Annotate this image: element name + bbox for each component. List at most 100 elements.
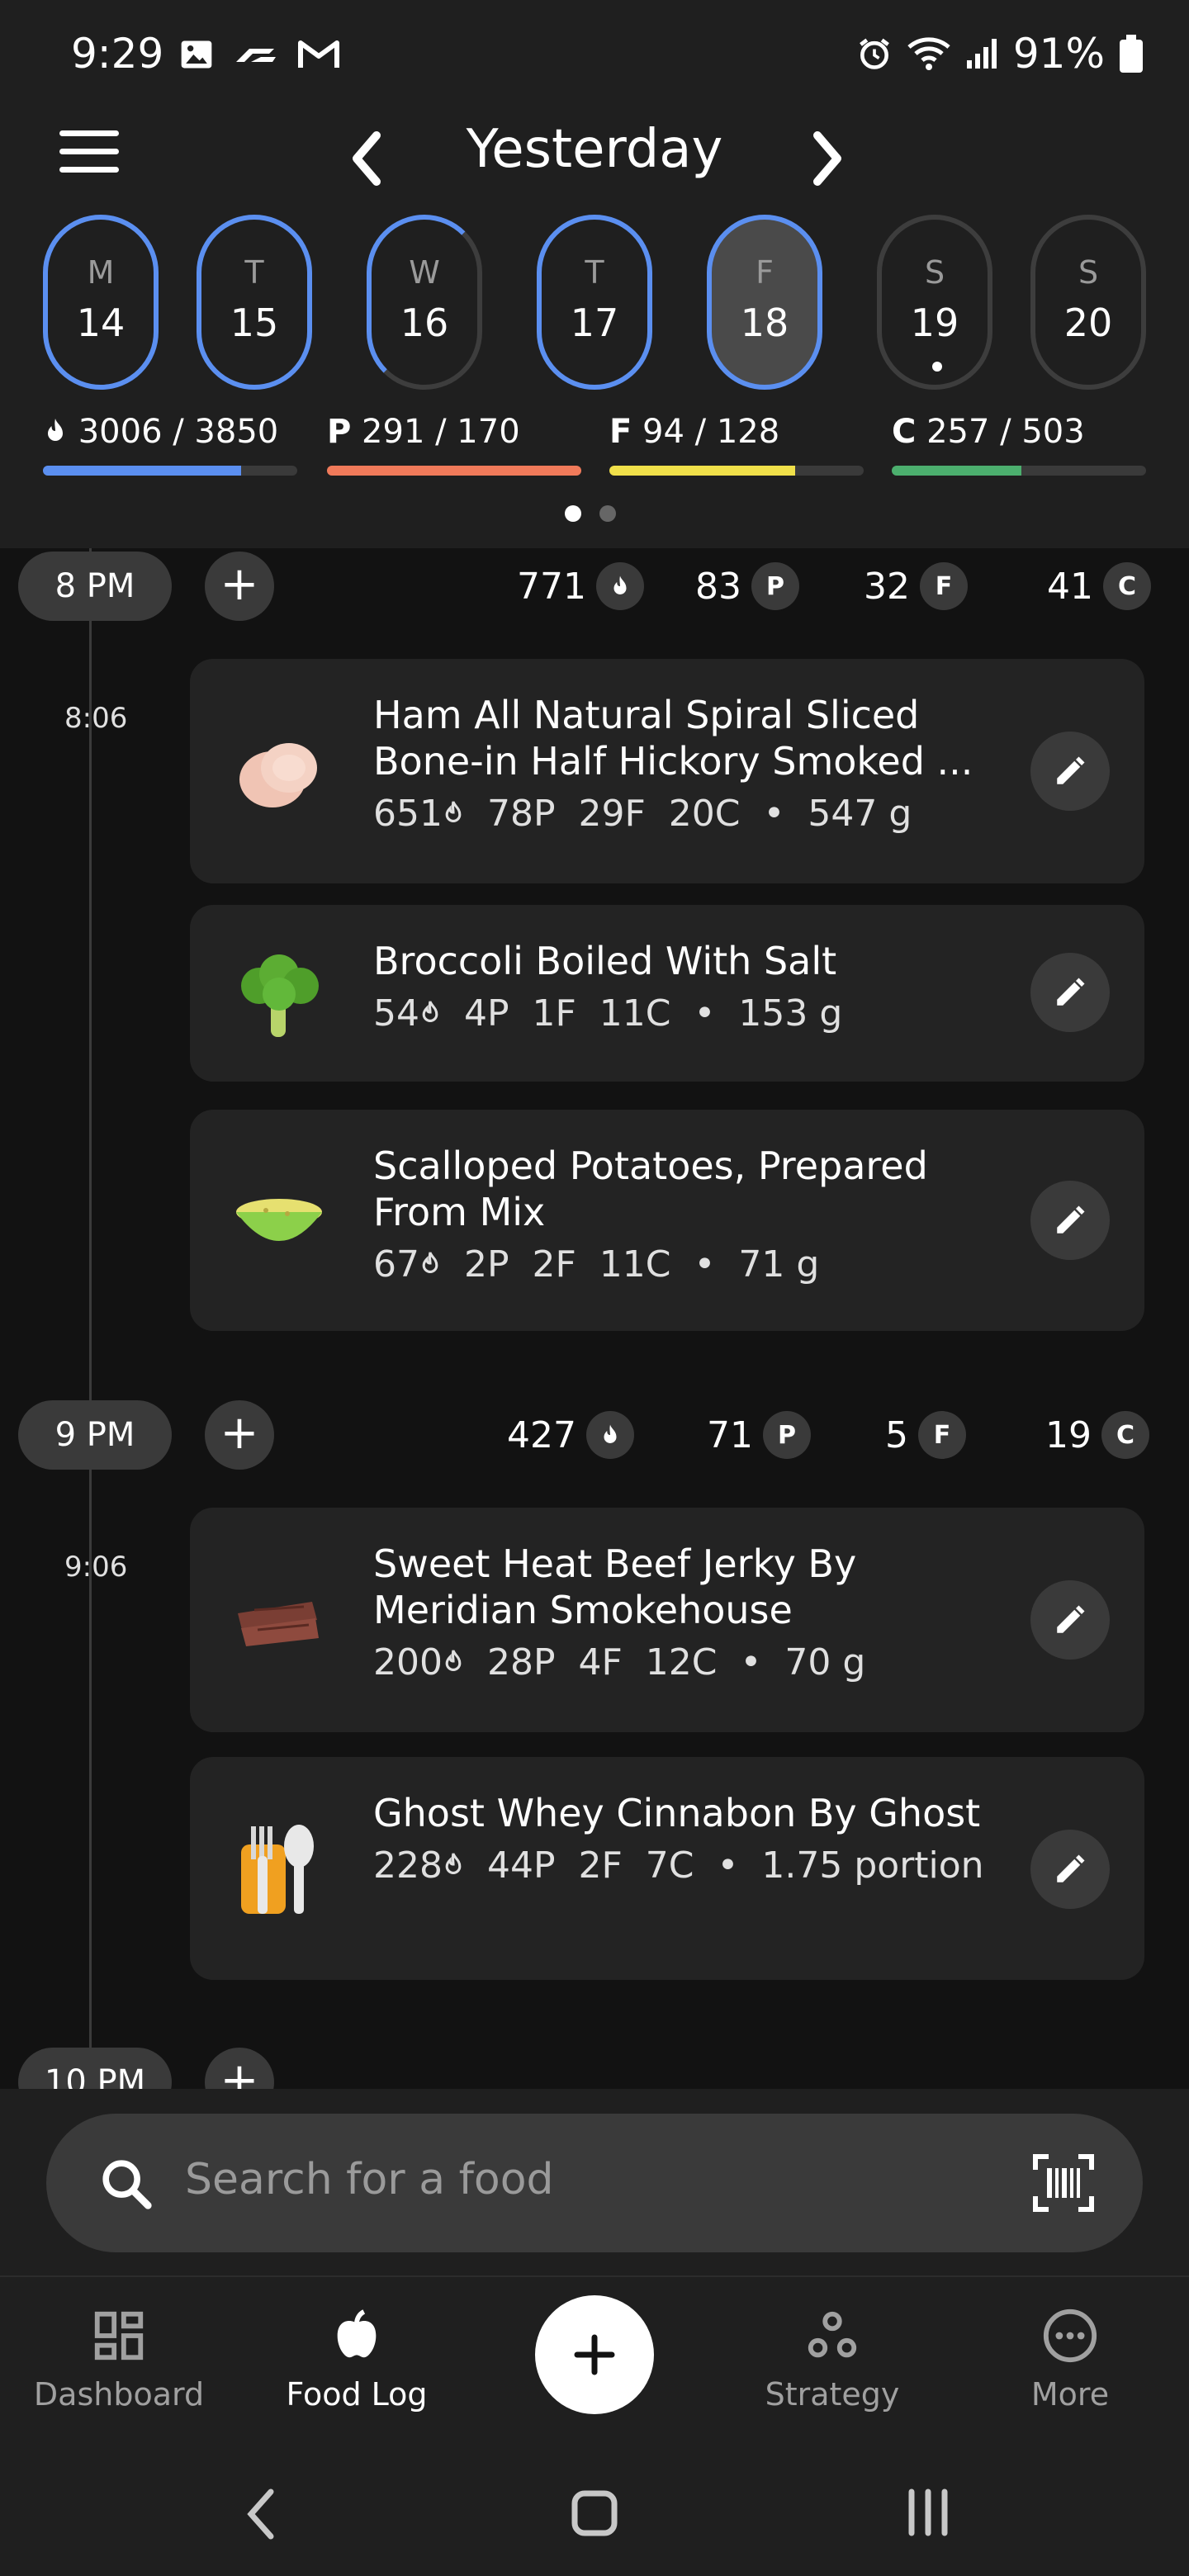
recents-icon[interactable] (905, 2487, 951, 2538)
barcode-scan-icon[interactable] (1032, 2153, 1095, 2213)
day-pill-selected[interactable]: F 18 (707, 215, 822, 390)
food-entry-text: Scalloped Potatoes, Prepared From Mix 67… (373, 1143, 1017, 1286)
food-macros: 2P 2F 11C (463, 1243, 671, 1286)
hour-row: 10 PM + (18, 2048, 1158, 2089)
chevron-right-icon[interactable] (808, 125, 847, 192)
food-entry-text: Ham All Natural Spiral Sliced Bone-in Ha… (373, 692, 1017, 835)
separator-dot: • (740, 1641, 762, 1683)
calories-bar-fill (43, 466, 242, 476)
day-pill[interactable]: T 17 (537, 215, 652, 390)
day-letter: T (244, 254, 264, 291)
tab-more[interactable]: More (963, 2307, 1177, 2413)
day-number: 20 (1063, 301, 1113, 345)
day-number: 18 (740, 301, 789, 345)
hour-p-value: 83 (695, 565, 741, 608)
edit-button[interactable] (1030, 953, 1110, 1032)
add-to-hour-button[interactable]: + (205, 2048, 274, 2089)
food-entry-card[interactable]: Scalloped Potatoes, Prepared From Mix 67… (190, 1110, 1144, 1331)
page-dot-active (565, 505, 581, 522)
separator-dot: • (763, 793, 785, 835)
f1-icon (236, 49, 276, 62)
fork-spoon-icon (241, 1825, 314, 1914)
protein-prefix: P (327, 413, 352, 451)
wifi-icon (907, 37, 950, 70)
fat-label: 94 / 128 (642, 413, 780, 451)
flame-icon (445, 1853, 462, 1874)
edit-button[interactable] (1030, 1181, 1110, 1260)
pencil-icon (1057, 1605, 1085, 1633)
home-icon[interactable] (570, 2488, 619, 2538)
food-stats: 651 78P 29F 20C • 547 g (373, 793, 1017, 835)
chevron-left-icon[interactable] (347, 125, 386, 192)
food-stats: 200 28P 4F 12C • 70 g (373, 1641, 1017, 1683)
status-time: 9:29 (71, 30, 164, 78)
pencil-icon (1057, 1205, 1085, 1234)
hour-row: 9 PM + 427 71 P 5F 19 C (18, 1400, 1158, 1470)
hour-calories: 771 (517, 552, 644, 621)
tab-dashboard[interactable]: Dashboard (12, 2307, 226, 2413)
header-area: 9:29 91% Yesterday M 14 T 15 W 16 T 17 F 18 S… (0, 0, 1189, 548)
hour-protein: 71 P (707, 1400, 811, 1470)
fat-badge: F (918, 1411, 966, 1459)
week-strip: M 14 T 15 W 16 T 17 F 18 S 19 S 20 (43, 215, 1149, 391)
food-cal: 228 (373, 1844, 443, 1887)
food-name: Scalloped Potatoes, Prepared From Mix (373, 1144, 928, 1234)
back-icon[interactable] (244, 2485, 277, 2543)
protein-badge: P (751, 562, 799, 610)
day-letter: S (924, 254, 945, 291)
hour-c-value: 19 (1045, 1413, 1092, 1456)
edit-button[interactable] (1030, 1580, 1110, 1660)
menu-icon[interactable] (59, 130, 119, 180)
notification-icons (178, 36, 340, 73)
pencil-icon (1057, 756, 1085, 784)
food-stats: 228 44P 2F 7C • 1.75 portion (373, 1844, 1017, 1887)
tab-food-log[interactable]: Food Log (249, 2307, 464, 2413)
macro-summary[interactable]: 3006 / 3850 P 291 / 170 F 94 / 128 C 257… (43, 413, 1146, 479)
add-to-hour-button[interactable]: + (205, 1400, 274, 1470)
fat-prefix: F (609, 413, 632, 451)
status-right: 91% (856, 30, 1143, 78)
day-pill[interactable]: S 20 (1030, 215, 1146, 390)
food-macros: 78P 29F 20C (486, 793, 741, 835)
hour-label: 8 PM (18, 552, 172, 621)
page-indicator[interactable] (565, 505, 616, 522)
day-pill-today[interactable]: S 19 (877, 215, 992, 390)
flame-icon (422, 1252, 438, 1273)
tab-strategy[interactable]: Strategy (725, 2307, 940, 2413)
broccoli-icon (241, 954, 319, 1037)
add-entry-button[interactable] (535, 2295, 654, 2414)
food-name: Ham All Natural Spiral Sliced Bone-in Ha… (373, 693, 973, 784)
image-icon (181, 40, 212, 69)
food-entry-card[interactable]: Sweet Heat Beef Jerky By Meridian Smokeh… (190, 1508, 1144, 1732)
edit-button[interactable] (1030, 732, 1110, 811)
hour-cal-value: 771 (517, 565, 586, 608)
food-log[interactable]: 8 PM + 771 83 P 32 F 41 C 8:06 Ham All Natu… (0, 548, 1189, 2089)
food-amount: 71 g (738, 1243, 820, 1286)
food-stats: 67 2P 2F 11C • 71 g (373, 1243, 1017, 1286)
food-cal: 67 (373, 1243, 419, 1286)
food-entry-card[interactable]: Ghost Whey Cinnabon By Ghost 228 44P 2F … (190, 1757, 1144, 1980)
tab-label: Food Log (286, 2376, 428, 2413)
day-pill[interactable]: M 14 (43, 215, 159, 390)
date-label[interactable]: Yesterday (396, 119, 793, 180)
system-navigation-bar (0, 2452, 1189, 2576)
hour-fat: 32 F (864, 552, 968, 621)
carbs-summary: C 257 / 503 (892, 413, 1146, 476)
day-letter: W (409, 254, 440, 291)
separator-dot: • (694, 1243, 716, 1286)
food-search-bar[interactable]: Search for a food (46, 2114, 1143, 2252)
more-icon (1043, 2308, 1097, 2363)
pencil-icon (1057, 978, 1085, 1006)
food-name: Broccoli Boiled With Salt (373, 939, 837, 983)
battery-percent: 91% (1012, 30, 1105, 78)
day-number: 17 (570, 301, 619, 345)
apple-icon (337, 2309, 377, 2358)
food-macros: 44P 2F 7C (486, 1844, 694, 1887)
edit-button[interactable] (1030, 1830, 1110, 1909)
food-entry-card[interactable]: Ham All Natural Spiral Sliced Bone-in Ha… (190, 659, 1144, 883)
day-pill[interactable]: T 15 (197, 215, 312, 390)
food-entry-text: Ghost Whey Cinnabon By Ghost 228 44P 2F … (373, 1790, 1017, 1887)
add-to-hour-button[interactable]: + (205, 552, 274, 621)
food-entry-card[interactable]: Broccoli Boiled With Salt 54 4P 1F 11C •… (190, 905, 1144, 1082)
day-pill[interactable]: W 16 (367, 215, 482, 390)
